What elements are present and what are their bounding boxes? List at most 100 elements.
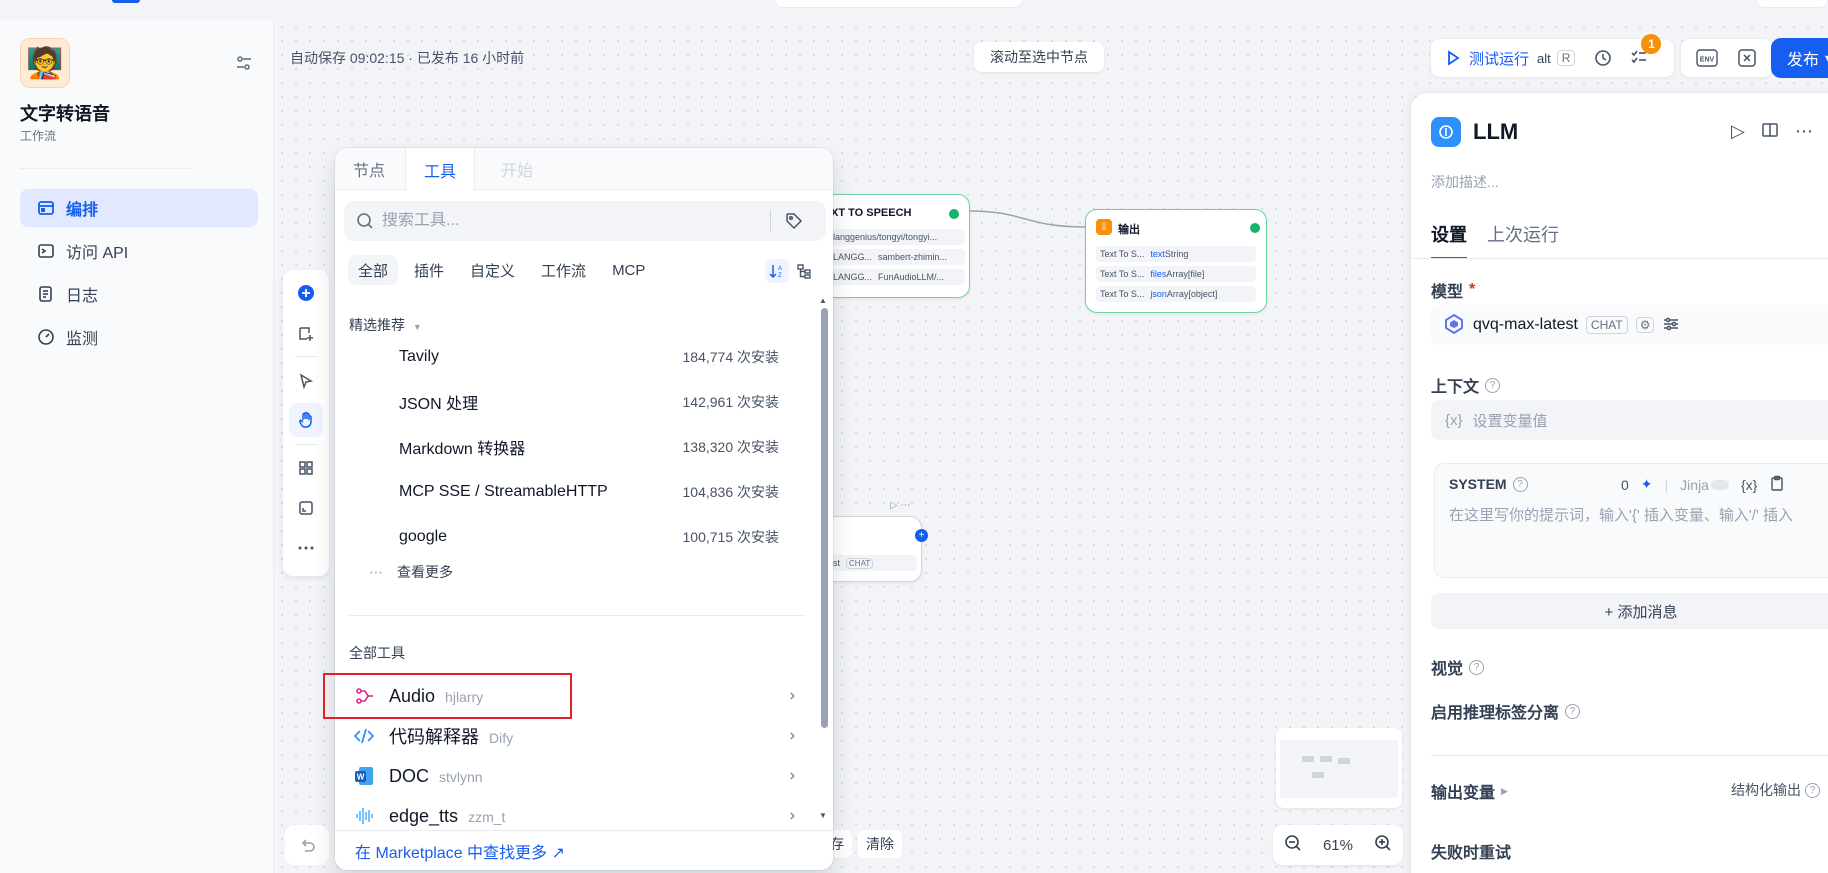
llm-icon <box>1431 117 1461 147</box>
featured-item[interactable]: Markdown 转换器 138,320 次安装 <box>335 424 819 469</box>
system-label: SYSTEM <box>1449 476 1507 492</box>
featured-item[interactable]: MCP SSE / StreamableHTTP 104,836 次安装 <box>335 469 819 514</box>
history-icon[interactable] <box>1589 44 1617 72</box>
divider <box>1411 258 1828 259</box>
minimap-node <box>1312 772 1324 778</box>
filter-workflow[interactable]: 工作流 <box>531 255 596 285</box>
var-type: String <box>1164 249 1189 259</box>
run-node-icon[interactable]: ▷ <box>1731 121 1745 144</box>
undo-icon[interactable] <box>285 825 329 865</box>
scroll-to-selected-button[interactable]: 滚动至选中节点 <box>974 42 1104 72</box>
zoom-in-icon[interactable] <box>1374 834 1392 856</box>
tool-item-doc[interactable]: W DOC stvlynn › <box>335 756 819 796</box>
model-label: 模型 * <box>1431 278 1475 302</box>
marketplace-link[interactable]: 在 Marketplace 中查找更多 ↗ <box>335 830 833 870</box>
scrollbar[interactable] <box>821 308 828 728</box>
tool-name: google <box>399 527 448 545</box>
structured-output-toggle[interactable]: 结构化输出 ? <box>1731 780 1820 800</box>
system-prompt-placeholder: 在这里写你的提示词，输入'{' 插入变量、输入'/' 插入 <box>1449 507 1793 524</box>
svg-text:W: W <box>357 773 365 782</box>
organize-blocks-icon[interactable] <box>289 451 323 485</box>
clipboard-icon[interactable] <box>1769 475 1785 494</box>
zoom-out-icon[interactable] <box>1284 834 1302 856</box>
sidebar-item-monitor[interactable]: 监测 <box>20 318 258 356</box>
tab-nodes[interactable]: 节点 <box>335 148 403 190</box>
output-vars-label-text: 输出变量 <box>1431 785 1496 802</box>
output-vars-label[interactable]: 输出变量 ▶ <box>1431 779 1508 803</box>
minimap-node <box>1320 756 1332 762</box>
sidebar-item-orchestrate[interactable]: 编排 <box>20 189 258 227</box>
add-message-button[interactable]: + 添加消息 <box>1431 593 1828 629</box>
node-output[interactable]: ⇩ 输出 Text To S... text String Text To S...… <box>1085 209 1267 313</box>
filter-all[interactable]: 全部 <box>348 255 399 285</box>
more-icon[interactable] <box>289 531 323 565</box>
word-doc-icon: W <box>353 765 375 787</box>
add-next-node-icon[interactable]: + <box>915 529 928 542</box>
add-note-icon[interactable] <box>289 316 323 350</box>
tree-view-icon[interactable] <box>792 259 816 283</box>
test-run-button[interactable]: 测试运行 alt R <box>1431 48 1576 69</box>
context-label: 上下文 ? <box>1431 373 1501 397</box>
featured-item[interactable]: google 100,715 次安装 <box>335 514 819 559</box>
scroll-up-arrow[interactable]: ▲ <box>819 296 827 305</box>
install-count: 104,836 次安装 <box>682 483 780 500</box>
tool-name: Markdown 转换器 <box>399 440 526 458</box>
sidebar-item-label: 监测 <box>66 331 99 348</box>
sidebar-toggle-icon[interactable] <box>233 52 255 74</box>
conversation-var-icon[interactable] <box>1733 44 1761 72</box>
see-more-link[interactable]: ⋯ 查看更多 <box>369 562 453 582</box>
hand-icon[interactable] <box>289 403 323 437</box>
node-run-icon[interactable]: ▷ ⋯ <box>890 500 910 511</box>
tool-item-code-interpreter[interactable]: 代码解释器 Dify › <box>335 716 819 756</box>
tab-tools[interactable]: 工具 <box>405 148 476 191</box>
filter-plugins[interactable]: 插件 <box>404 255 454 285</box>
tag-icon[interactable] <box>785 212 803 230</box>
description-field[interactable]: 添加描述... <box>1431 172 1499 192</box>
help-icon[interactable]: ? <box>1469 659 1485 675</box>
clear-button[interactable]: 清除 <box>858 830 902 858</box>
layout-icon <box>36 198 56 218</box>
model-selector[interactable]: qvq-max-latest CHAT ⚙ <box>1431 305 1828 345</box>
autosave-status: 自动保存 09:02:15 · 已发布 16 小时前 <box>290 50 525 66</box>
sparkle-icon[interactable]: ✦ <box>1641 476 1653 493</box>
filter-mcp[interactable]: MCP <box>602 255 655 285</box>
tool-name: edge_tts <box>389 805 459 826</box>
see-more-label: 查看更多 <box>397 564 453 580</box>
node-title: 输出 <box>1118 224 1140 236</box>
more-icon[interactable]: ⋯ <box>1795 121 1813 144</box>
filter-custom[interactable]: 自定义 <box>460 255 525 285</box>
help-icon[interactable]: ? <box>1565 703 1581 719</box>
canvas-bottom-actions: 存 清除 <box>822 830 902 858</box>
jinja-toggle[interactable]: Jinja <box>1680 477 1729 493</box>
help-icon[interactable]: ? <box>1805 782 1820 798</box>
sidebar-item-logs[interactable]: 日志 <box>20 275 258 313</box>
checklist-icon[interactable]: 1 <box>1625 34 1662 72</box>
all-tools-title: 全部工具 <box>349 645 405 661</box>
insert-variable-icon[interactable]: {x} <box>1741 477 1757 493</box>
tool-author: Dify <box>489 730 514 746</box>
sort-icon[interactable]: AZ <box>765 259 789 283</box>
zoom-level[interactable]: 61% <box>1323 837 1353 854</box>
add-node-icon[interactable] <box>289 276 323 310</box>
publish-button[interactable]: 发布 ▾ <box>1771 38 1828 78</box>
maximize-canvas-icon[interactable] <box>289 491 323 525</box>
system-prompt-editor[interactable]: SYSTEM ? 0 ✦ | Jinja {x} 在这里写你的提示词，输入'{'… <box>1434 463 1828 578</box>
featured-item[interactable]: JSON 处理 142,961 次安装 <box>335 379 819 424</box>
model-params-icon[interactable] <box>1662 315 1680 336</box>
search-input[interactable] <box>382 212 762 230</box>
help-book-icon[interactable] <box>1761 121 1779 144</box>
help-icon[interactable]: ? <box>1485 377 1501 393</box>
context-variable-input[interactable]: {x} 设置变量值 <box>1431 400 1828 440</box>
required-mark: * <box>1469 281 1476 298</box>
checklist-badge: 1 <box>1641 34 1662 54</box>
tab-last-run[interactable]: 上次运行 <box>1487 221 1559 259</box>
tab-settings[interactable]: 设置 <box>1431 221 1467 259</box>
featured-item[interactable]: Tavily 184,774 次安装 <box>335 334 819 379</box>
pointer-icon[interactable] <box>289 364 323 398</box>
scroll-down-arrow[interactable]: ▼ <box>819 811 827 820</box>
help-icon[interactable]: ? <box>1512 476 1528 492</box>
env-icon[interactable]: ENV <box>1693 44 1721 72</box>
featured-title[interactable]: 精选推荐 ▼ <box>349 315 422 335</box>
sidebar-item-api[interactable]: 访问 API <box>20 232 258 270</box>
minimap[interactable] <box>1276 728 1402 808</box>
